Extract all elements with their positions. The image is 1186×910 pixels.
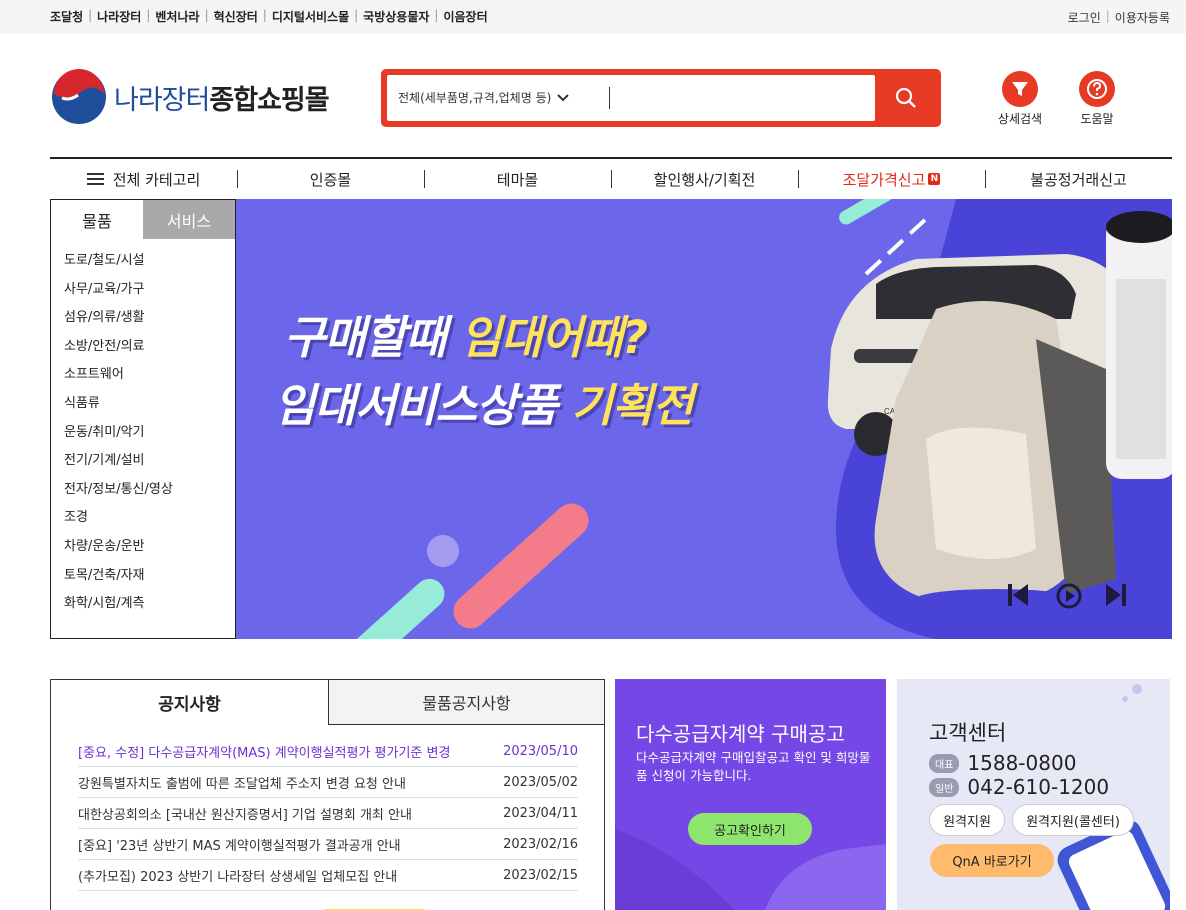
text-cursor — [609, 87, 610, 109]
banner-prev-button[interactable] — [1007, 583, 1033, 609]
nav-sale-events[interactable]: 할인행사/기획전 — [611, 159, 798, 199]
search-scope-select[interactable]: 전체(세부품명,규격,업체명 등) — [398, 89, 570, 106]
notice-row[interactable]: 대한상공회의소 [국내산 원산지증명서] 기업 설명회 개최 안내 2023/04… — [78, 798, 578, 829]
notice-row[interactable]: [중요] '23년 상반기 MAS 계약이행실적평가 결과공개 안내 2023/0… — [78, 829, 578, 860]
nav-theme-mall[interactable]: 테마몰 — [424, 159, 611, 199]
category-item[interactable]: 소프트웨어 — [64, 361, 235, 390]
login-link[interactable]: 로그인 — [1068, 9, 1101, 26]
notice-row[interactable]: 강원특별자치도 출범에 따른 조달업체 주소지 변경 요청 안내 2023/05/… — [78, 767, 578, 798]
mas-promo-card[interactable]: 다수공급자계약 구매공고 다수공급자계약 구매입찰공고 확인 및 희망물품 신청… — [615, 679, 886, 910]
notice-tabs: 공지사항 물품공지사항 — [51, 680, 604, 725]
category-item[interactable]: 토목/건축/자재 — [64, 562, 235, 591]
logo-wordmark: 나라장터종합쇼핑몰 — [114, 84, 330, 116]
skip-back-icon — [1008, 584, 1028, 606]
category-item[interactable]: 전기/기계/설비 — [64, 447, 235, 476]
banner-headline-1: 구매할때 임대어때? — [284, 311, 648, 364]
link-venture[interactable]: 벤처나라 — [155, 8, 199, 25]
main-nav: 전체 카테고리 인증몰 테마몰 할인행사/기획전 조달가격신고 N 불공정거래신고 — [50, 159, 1172, 199]
category-item[interactable]: 전자/정보/통신/영상 — [64, 476, 235, 505]
link-narajangteo[interactable]: 나라장터 — [97, 8, 141, 25]
qna-button[interactable]: QnA 바로가기 — [930, 844, 1054, 877]
menu-icon — [86, 170, 104, 188]
category-item[interactable]: 조경 — [64, 504, 235, 533]
category-item[interactable]: 차량/운송/운반 — [64, 533, 235, 562]
category-item[interactable]: 사무/교육/가구 — [64, 276, 235, 305]
search-icon — [895, 87, 916, 108]
filter-icon — [1002, 71, 1038, 107]
family-site-links: 조달청 | 나라장터 | 벤처나라 | 혁신장터 | 디지털서비스몰 | 국방상용물자 | … — [50, 8, 488, 25]
general-phone: 일반 042-610-1200 — [929, 775, 1109, 799]
tab-goods-notice[interactable]: 물품공지사항 — [328, 680, 604, 725]
tab-notice[interactable]: 공지사항 — [51, 680, 328, 725]
nav-cert-mall[interactable]: 인증몰 — [237, 159, 424, 199]
notice-row[interactable]: (추가모집) 2023 상반기 나라장터 상생세일 업체모집 안내 2023/02… — [78, 860, 578, 891]
search-bar: 전체(세부품명,규격,업체명 등) — [381, 69, 941, 127]
signup-link[interactable]: 이용자등록 — [1115, 9, 1170, 26]
tab-services[interactable]: 서비스 — [143, 200, 235, 239]
category-tabs: 물품 서비스 — [51, 200, 235, 239]
link-pps[interactable]: 조달청 — [50, 8, 83, 25]
category-item[interactable]: 운동/취미/악기 — [64, 419, 235, 448]
remote-callcenter-button[interactable]: 원격지원(콜센터) — [1012, 804, 1134, 836]
skip-forward-icon — [1106, 584, 1126, 606]
promo-description: 다수공급자계약 구매입찰공고 확인 및 희망물품 신청이 가능합니다. — [636, 750, 871, 783]
category-panel: 물품 서비스 도로/철도/시설 사무/교육/가구 섬유/의류/생활 소방/안전/… — [50, 199, 236, 639]
question-icon — [1079, 71, 1115, 107]
tab-goods[interactable]: 물품 — [51, 200, 143, 239]
category-item[interactable]: 도로/철도/시설 — [64, 247, 235, 276]
help-button[interactable]: 도움말 — [1067, 71, 1127, 127]
play-icon — [1056, 583, 1082, 609]
nav-all-categories[interactable]: 전체 카테고리 — [50, 159, 237, 199]
notice-list: [중요, 수정] 다수공급자계약(MAS) 계약이행실적평가 평가기준 변경 20… — [78, 736, 578, 891]
banner-next-button[interactable] — [1105, 583, 1131, 609]
promo-button[interactable]: 공고확인하기 — [688, 813, 812, 845]
site-logo[interactable]: 나라장터종합쇼핑몰 — [50, 68, 330, 126]
cs-title: 고객센터 — [929, 721, 1007, 745]
logo-emblem-icon — [52, 69, 106, 124]
banner-play-button[interactable] — [1056, 583, 1082, 609]
promo-title: 다수공급자계약 구매공고 — [636, 722, 845, 746]
category-list: 도로/철도/시설 사무/교육/가구 섬유/의류/생활 소방/안전/의료 소프트웨… — [51, 239, 235, 619]
banner-headline-2: 임대서비스상품 기획전 — [274, 379, 694, 432]
nav-unfair-report[interactable]: 불공정거래신고 — [985, 159, 1172, 199]
promo-artwork — [615, 829, 886, 910]
link-digital-service[interactable]: 디지털서비스몰 — [272, 8, 349, 25]
customer-center-card: 고객센터 대표 1588-0800 일반 042-610-1200 원격지원 원격지… — [897, 679, 1170, 910]
search-input[interactable]: 전체(세부품명,규격,업체명 등) — [387, 75, 875, 121]
category-item[interactable]: 소방/안전/의료 — [64, 333, 235, 362]
chevron-down-icon — [557, 93, 570, 101]
nav-price-report[interactable]: 조달가격신고 N — [798, 159, 985, 199]
search-button[interactable] — [877, 75, 935, 121]
top-utility-bar: 조달청 | 나라장터 | 벤처나라 | 혁신장터 | 디지털서비스몰 | 국방상용물자 | … — [0, 0, 1186, 34]
account-links: 로그인 | 이용자등록 — [1067, 9, 1170, 26]
link-defense[interactable]: 국방상용물자 — [363, 8, 429, 25]
link-ieum[interactable]: 이음장터 — [443, 8, 487, 25]
category-item[interactable]: 화학/시험/계측 — [64, 590, 235, 619]
main-banner[interactable]: CASPER 구매할때 임대어때? 임대서비스상품 기획전 — [236, 199, 1172, 639]
remote-support-button[interactable]: 원격지원 — [929, 804, 1005, 836]
link-innovation[interactable]: 혁신장터 — [214, 8, 258, 25]
category-item[interactable]: 섬유/의류/생활 — [64, 304, 235, 333]
detail-search-button[interactable]: 상세검색 — [990, 71, 1050, 127]
category-item[interactable]: 식품류 — [64, 390, 235, 419]
notice-panel: 공지사항 물품공지사항 [중요, 수정] 다수공급자계약(MAS) 계약이행실적… — [50, 679, 605, 910]
air-purifier-image — [1106, 211, 1172, 479]
new-badge: N — [928, 173, 941, 185]
rep-phone: 대표 1588-0800 — [929, 751, 1076, 775]
notice-row[interactable]: [중요, 수정] 다수공급자계약(MAS) 계약이행실적평가 평가기준 변경 20… — [78, 736, 578, 767]
